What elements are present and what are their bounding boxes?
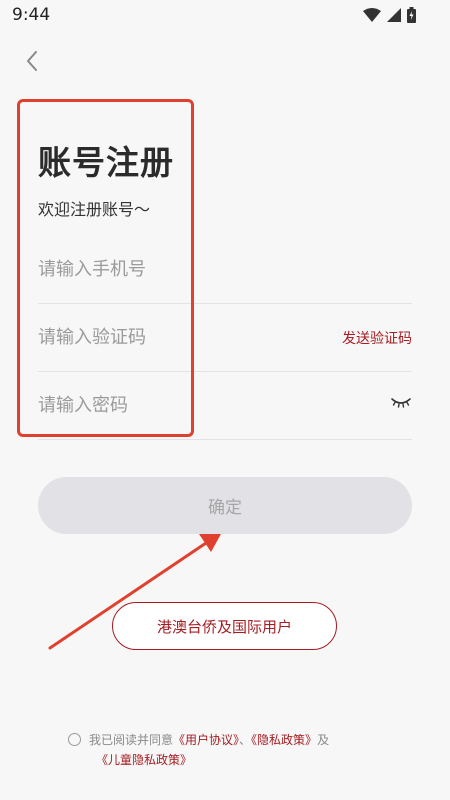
signal-icon bbox=[387, 8, 401, 22]
battery-icon bbox=[407, 7, 416, 23]
status-bar: 9:44 bbox=[0, 0, 450, 32]
international-users-button[interactable]: 港澳台侨及国际用户 bbox=[112, 602, 337, 650]
send-code-button[interactable]: 发送验证码 bbox=[342, 328, 412, 348]
password-field bbox=[38, 372, 412, 440]
page-subtitle: 欢迎注册账号～ bbox=[38, 200, 151, 219]
child-privacy-policy-link[interactable]: 《儿童隐私政策》 bbox=[96, 753, 192, 767]
user-agreement-link[interactable]: 《用户协议》 bbox=[173, 733, 239, 747]
status-icons bbox=[363, 7, 416, 23]
chevron-left-icon bbox=[27, 51, 37, 71]
agreement-prefix: 我已阅读并同意 bbox=[89, 733, 174, 747]
agreement-checkbox[interactable] bbox=[68, 733, 81, 746]
verification-code-field: 发送验证码 bbox=[38, 304, 412, 372]
password-input[interactable] bbox=[38, 372, 318, 438]
phone-field bbox=[38, 236, 412, 304]
privacy-policy-link[interactable]: 《隐私政策》 bbox=[251, 733, 317, 747]
agreement-separator: 、 bbox=[239, 733, 252, 747]
status-time: 9:44 bbox=[12, 5, 51, 25]
eye-closed-icon[interactable] bbox=[390, 394, 412, 412]
back-button[interactable] bbox=[18, 46, 46, 76]
confirm-button[interactable]: 确定 bbox=[38, 477, 412, 534]
phone-input[interactable] bbox=[38, 236, 318, 302]
verification-code-input[interactable] bbox=[38, 304, 318, 370]
agreement-conjunction: 及 bbox=[317, 733, 330, 747]
wifi-icon bbox=[363, 8, 381, 22]
agreement-text: 我已阅读并同意《用户协议》、《隐私政策》及 《儿童隐私政策》 bbox=[68, 730, 398, 770]
page-title: 账号注册 bbox=[38, 143, 174, 182]
